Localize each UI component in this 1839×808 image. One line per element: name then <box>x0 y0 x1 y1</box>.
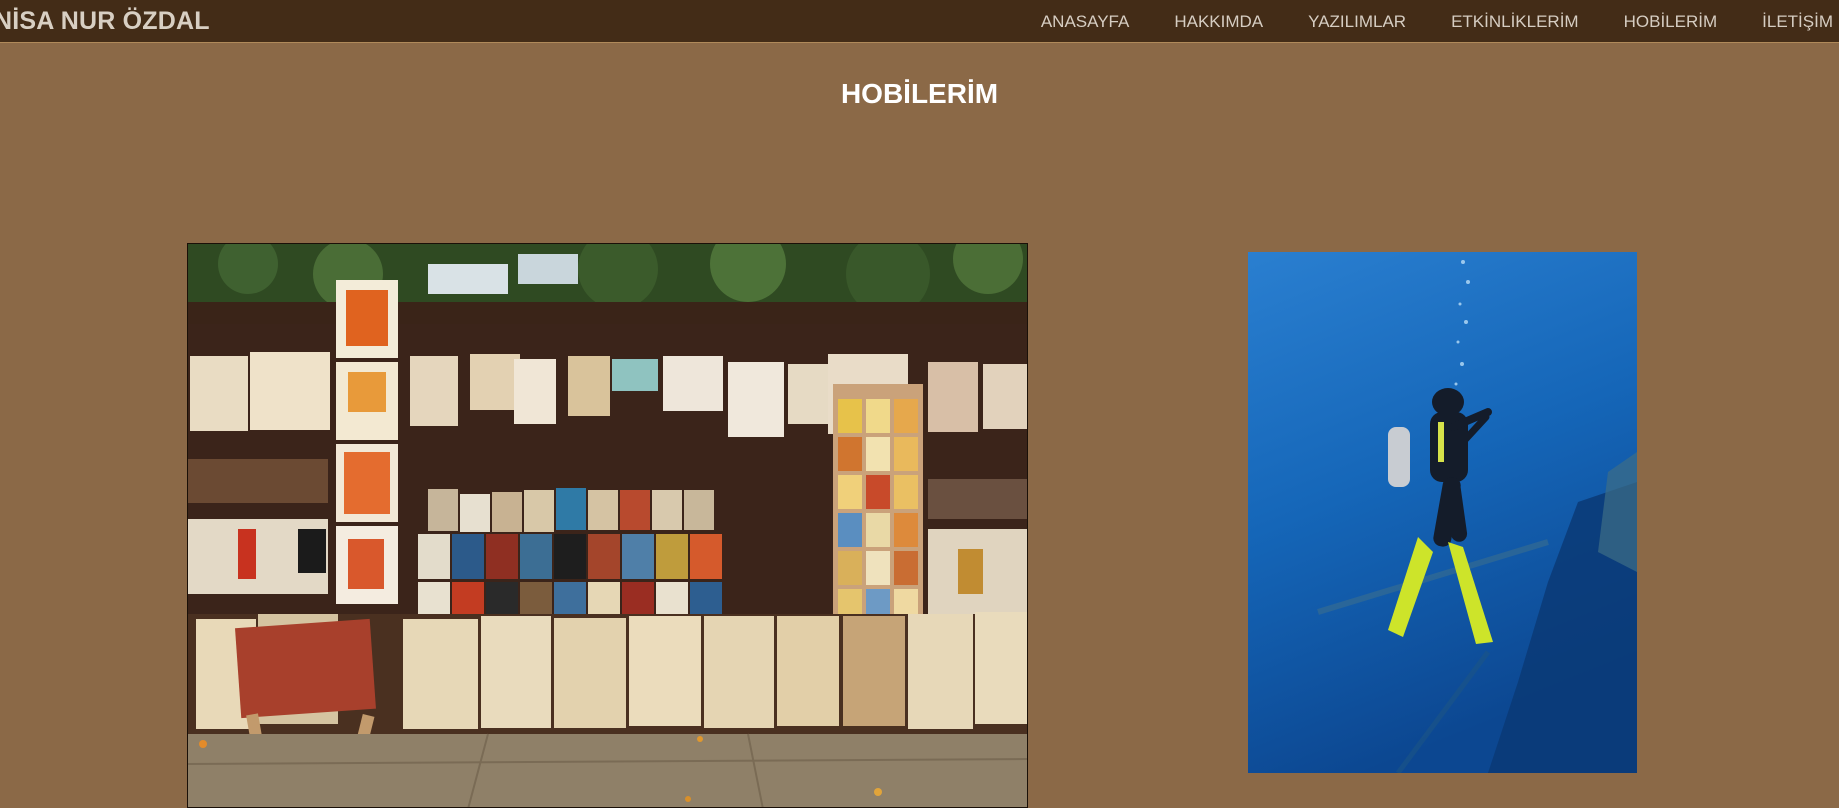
top-navbar: NİSA NUR ÖZDAL ANASAYFA HAKKIMDA YAZILIM… <box>0 0 1839 43</box>
bookstall-illustration <box>188 244 1027 807</box>
diver-illustration <box>1248 252 1637 773</box>
nav-link-anasayfa[interactable]: ANASAYFA <box>1041 12 1130 32</box>
nav-link-hobilerim[interactable]: HOBİLERİM <box>1624 12 1718 32</box>
nav-link-etkinliklerim[interactable]: ETKİNLİKLERİM <box>1451 12 1579 32</box>
main-nav: ANASAYFA HAKKIMDA YAZILIMLAR ETKİNLİKLER… <box>996 0 1839 43</box>
diver-photo <box>1248 252 1637 773</box>
site-brand[interactable]: NİSA NUR ÖZDAL <box>0 7 210 36</box>
page-title: HOBİLERİM <box>840 78 999 109</box>
nav-link-hakkimda[interactable]: HAKKIMDA <box>1174 12 1263 32</box>
nav-link-yazilimlar[interactable]: YAZILIMLAR <box>1308 12 1406 32</box>
bookstall-photo <box>187 243 1028 808</box>
nav-link-iletisim[interactable]: İLETİŞİM <box>1762 12 1833 32</box>
